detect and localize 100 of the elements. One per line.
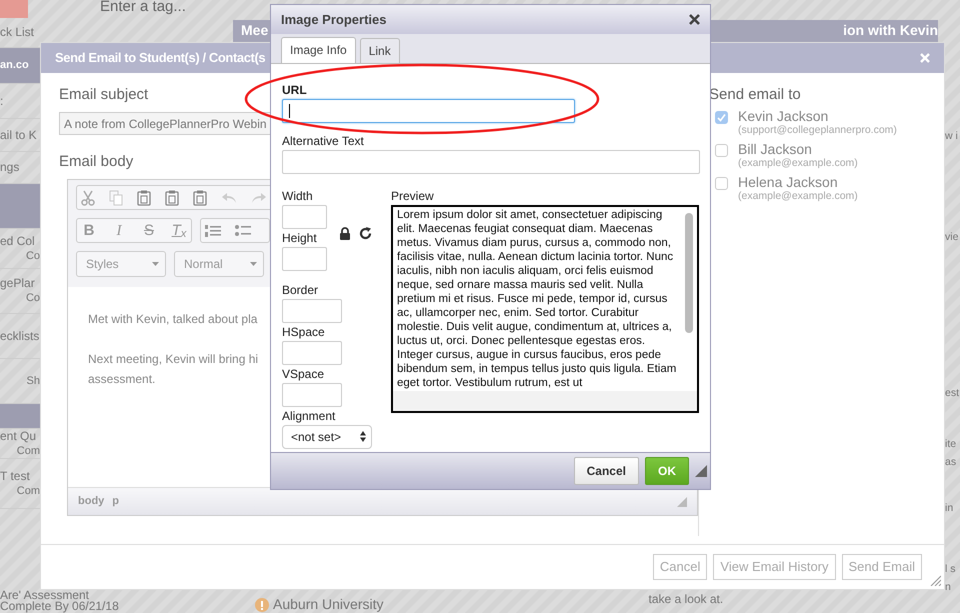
- text-fragment: w i: [945, 129, 959, 144]
- scrollbar[interactable]: [685, 212, 693, 333]
- item-title: ngs: [0, 160, 20, 175]
- body-text-line: Met with Kevin, talked about pla: [88, 311, 258, 328]
- undo-icon[interactable]: [221, 192, 237, 204]
- item-subtitle: Com: [16, 484, 40, 498]
- ok-button[interactable]: OK: [645, 457, 689, 486]
- element-path-item[interactable]: body: [78, 493, 104, 510]
- meeting-title: ion with Kevin: [843, 21, 938, 40]
- lock-icon[interactable]: [339, 226, 351, 240]
- checkbox[interactable]: [715, 144, 728, 157]
- field-label: Border: [282, 284, 320, 297]
- text-fragment: n: [945, 580, 952, 595]
- tab[interactable]: Link: [360, 38, 400, 63]
- preview-text: Lorem ipsum dolor sit amet, consectetuer adipiscing elit. Maecenas feugiat consequat diam. Maecenas metus. Vivamus diam purus, cursus a, commodo non, facilisis vitae, nulla. Aenean dictum lacinia tortor. Nunc iaculis, nibh non iaculis aliquam, orci felis euismod neque, sed ornare massa mauris sed velit. Nulla pretium mi et risus. Fusce mi pede, tempor id, cursus ac, ullamcorper nec, enim. Sed tortor. Curabitur molestie. Duis velit augue, condimentum at, ultrices a, luctus ut, orci. Donec pellentesque egestas eros. Integer cursus, augue in cursus faucibus, eros pede bibendum sem, in tempus tellus justo quis ligula. Etiam eget tortor. Vestibulum rutrum, est ut: [396, 208, 678, 391]
- warning-icon: [255, 598, 269, 612]
- field-label: Alignment: [282, 410, 336, 423]
- item-subtitle: Co: [24, 291, 40, 306]
- meeting-title: Mee: [241, 21, 268, 40]
- caret-icon: [152, 262, 159, 266]
- note-text: take a look at.: [648, 591, 724, 608]
- item-title: ck List: [0, 25, 36, 40]
- number-field[interactable]: [282, 382, 342, 407]
- item-title: ecklists: [0, 328, 40, 344]
- dialog-title: Image Properties: [281, 10, 386, 29]
- list-header: an.co: [0, 48, 40, 84]
- recipient-name: Helena Jackson: [738, 174, 839, 190]
- clear-format-button[interactable]: T$_{x}$: [171, 222, 187, 240]
- field-label: Alternative Text: [282, 134, 365, 148]
- item-subtitle: Co: [24, 248, 40, 264]
- task-due-date: Complete By 06/21/18: [0, 601, 120, 612]
- redo-icon[interactable]: [251, 192, 267, 204]
- alt-text-field[interactable]: [282, 150, 700, 174]
- bulleted-list-icon[interactable]: [235, 224, 251, 238]
- recipient-email: (example@example.com): [738, 157, 858, 170]
- tag-label: [0, 0, 28, 18]
- text-fragment: vie: [945, 230, 960, 245]
- college-name: Auburn University: [273, 595, 384, 613]
- resize-grip-icon: [929, 574, 941, 586]
- close-icon[interactable]: [689, 14, 700, 25]
- recipient-email: (example@example.com): [738, 190, 858, 203]
- header-band: [0, 184, 40, 229]
- bold-button[interactable]: B: [81, 222, 97, 240]
- item-subtitle: Sh: [26, 374, 40, 388]
- number-field[interactable]: [282, 298, 342, 323]
- number-field[interactable]: [282, 340, 342, 365]
- field-label: Height: [282, 232, 318, 245]
- alignment-select[interactable]: <not set>: [282, 424, 372, 449]
- number-field[interactable]: [282, 246, 327, 271]
- checkbox[interactable]: [715, 111, 728, 124]
- recipient-name: Bill Jackson: [738, 141, 813, 157]
- field-label: URL: [282, 84, 308, 97]
- cancel-button[interactable]: Cancel: [574, 457, 639, 486]
- text-fragment: est: [945, 386, 960, 401]
- task-title: Are' Assessment: [0, 590, 89, 601]
- text-fragment: in: [945, 501, 954, 516]
- body-text-line: assessment.: [88, 371, 156, 388]
- style-dropdown[interactable]: Styles: [76, 251, 166, 277]
- field-label: HSpace: [282, 326, 326, 339]
- strikethrough-button[interactable]: S: [141, 222, 157, 240]
- tag-field-placeholder[interactable]: Enter a tag...: [28, 0, 186, 18]
- style-dropdown[interactable]: Normal: [174, 251, 264, 277]
- tab[interactable]: Image Info: [281, 36, 356, 63]
- item-title: :: [0, 94, 4, 108]
- text-fragment: l s: [945, 562, 956, 577]
- reset-icon[interactable]: [359, 226, 372, 240]
- checkbox[interactable]: [715, 177, 728, 190]
- email-history-button[interactable]: View Email History: [713, 554, 836, 580]
- numbered-list-icon[interactable]: [205, 224, 221, 238]
- body-text-line: Next meeting, Kevin will bring hi: [88, 351, 258, 368]
- updown-arrows-icon: [360, 431, 366, 442]
- recipient-name: Kevin Jackson: [738, 108, 830, 124]
- item-title: ent Qu: [0, 428, 38, 444]
- cancel-button[interactable]: Cancel: [652, 554, 708, 580]
- number-field[interactable]: [282, 204, 327, 229]
- resize-grip-icon: [677, 496, 687, 506]
- clipboard-icon[interactable]: [165, 190, 179, 206]
- clipboard-icon[interactable]: [193, 190, 207, 206]
- element-path-item[interactable]: p: [112, 493, 120, 510]
- resize-grip-icon: [695, 465, 707, 478]
- dialog-title: Send Email to Student(s) / Contact(s: [55, 49, 266, 68]
- italic-button[interactable]: I: [111, 222, 127, 240]
- send-button[interactable]: Send Email: [842, 554, 922, 580]
- recipient-email: (support@collegeplannerpro.com): [738, 124, 897, 137]
- text-fragment: ite: [945, 437, 958, 452]
- item-title: ail to K: [0, 128, 38, 142]
- text-fragment: as: [945, 455, 958, 470]
- field-label: Email subject: [59, 86, 148, 104]
- item-title: T test: [0, 468, 31, 484]
- field-label: Preview: [391, 190, 435, 203]
- header-band: [0, 404, 40, 429]
- horizontal-scrollbar[interactable]: [393, 390, 697, 411]
- url-field[interactable]: [282, 98, 575, 123]
- clipboard-icon[interactable]: [137, 190, 151, 206]
- field-label: Email body: [59, 153, 134, 171]
- copy-icon[interactable]: [109, 190, 123, 206]
- scissors-icon[interactable]: [81, 190, 95, 206]
- field-label: Width: [282, 190, 314, 203]
- caret-icon: [250, 262, 257, 266]
- item-subtitle: Com: [16, 444, 40, 458]
